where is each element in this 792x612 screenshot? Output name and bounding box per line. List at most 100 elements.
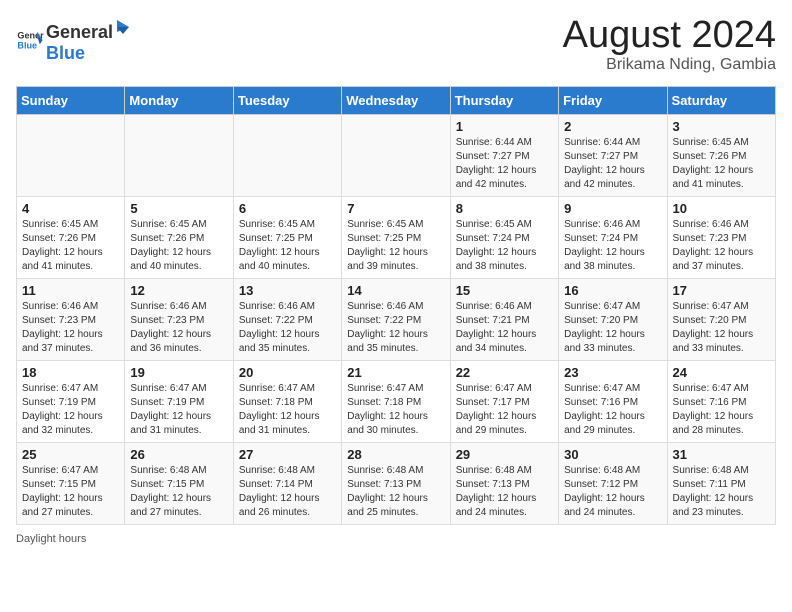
calendar-cell: 8 Sunrise: 6:45 AM Sunset: 7:24 PM Daylig… [450,197,558,279]
day-number: 9 [564,201,661,216]
calendar-cell: 25 Sunrise: 6:47 AM Sunset: 7:15 PM Dayli… [17,443,125,525]
day-number: 22 [456,365,553,380]
calendar-cell: 28 Sunrise: 6:48 AM Sunset: 7:13 PM Dayli… [342,443,450,525]
day-info: Sunrise: 6:47 AM Sunset: 7:16 PM Dayligh… [564,382,661,438]
day-info: Sunrise: 6:47 AM Sunset: 7:16 PM Dayligh… [673,382,770,438]
calendar-cell: 27 Sunrise: 6:48 AM Sunset: 7:14 PM Dayli… [233,443,341,525]
day-info: Sunrise: 6:48 AM Sunset: 7:15 PM Dayligh… [130,464,227,520]
day-number: 17 [673,283,770,298]
day-number: 14 [347,283,444,298]
day-number: 8 [456,201,553,216]
calendar-cell [342,115,450,197]
day-info: Sunrise: 6:47 AM Sunset: 7:18 PM Dayligh… [239,382,336,438]
day-info: Sunrise: 6:45 AM Sunset: 7:25 PM Dayligh… [239,218,336,274]
day-number: 10 [673,201,770,216]
day-number: 24 [673,365,770,380]
day-info: Sunrise: 6:48 AM Sunset: 7:12 PM Dayligh… [564,464,661,520]
day-info: Sunrise: 6:45 AM Sunset: 7:26 PM Dayligh… [130,218,227,274]
logo-text-general: General [46,22,113,43]
svg-text:Blue: Blue [17,40,37,50]
day-info: Sunrise: 6:48 AM Sunset: 7:11 PM Dayligh… [673,464,770,520]
calendar-cell: 5Sunrise: 6:45 AM Sunset: 7:26 PM Daylig… [125,197,233,279]
day-number: 3 [673,119,770,134]
day-header-sunday: Sunday [17,87,125,115]
day-info: Sunrise: 6:44 AM Sunset: 7:27 PM Dayligh… [456,136,553,192]
calendar-cell: 11 Sunrise: 6:46 AM Sunset: 7:23 PM Dayli… [17,279,125,361]
calendar-cell: 2 Sunrise: 6:44 AM Sunset: 7:27 PM Daylig… [559,115,667,197]
footer-label: Daylight hours [16,533,86,545]
day-number: 1 [456,119,553,134]
day-info: Sunrise: 6:46 AM Sunset: 7:22 PM Dayligh… [239,300,336,356]
calendar-cell: 19Sunrise: 6:47 AM Sunset: 7:19 PM Dayli… [125,361,233,443]
day-number: 30 [564,447,661,462]
day-header-saturday: Saturday [667,87,775,115]
week-row-2: 4Sunrise: 6:45 AM Sunset: 7:26 PM Daylig… [17,197,776,279]
day-number: 28 [347,447,444,462]
calendar-cell: 22Sunrise: 6:47 AM Sunset: 7:17 PM Dayli… [450,361,558,443]
day-number: 19 [130,365,227,380]
day-info: Sunrise: 6:46 AM Sunset: 7:21 PM Dayligh… [456,300,553,356]
day-number: 20 [239,365,336,380]
calendar-cell: 20 Sunrise: 6:47 AM Sunset: 7:18 PM Dayli… [233,361,341,443]
day-info: Sunrise: 6:45 AM Sunset: 7:26 PM Dayligh… [673,136,770,192]
calendar-cell [233,115,341,197]
day-number: 16 [564,283,661,298]
day-info: Sunrise: 6:44 AM Sunset: 7:27 PM Dayligh… [564,136,661,192]
calendar-cell: 30 Sunrise: 6:48 AM Sunset: 7:12 PM Dayli… [559,443,667,525]
day-header-thursday: Thursday [450,87,558,115]
logo-arrow-icon [113,16,133,38]
calendar-cell: 21Sunrise: 6:47 AM Sunset: 7:18 PM Dayli… [342,361,450,443]
calendar-cell: 18Sunrise: 6:47 AM Sunset: 7:19 PM Dayli… [17,361,125,443]
calendar-cell: 6Sunrise: 6:45 AM Sunset: 7:25 PM Daylig… [233,197,341,279]
calendar-cell [125,115,233,197]
day-number: 2 [564,119,661,134]
day-info: Sunrise: 6:47 AM Sunset: 7:20 PM Dayligh… [673,300,770,356]
calendar-cell: 10Sunrise: 6:46 AM Sunset: 7:23 PM Dayli… [667,197,775,279]
day-info: Sunrise: 6:48 AM Sunset: 7:13 PM Dayligh… [347,464,444,520]
logo-icon: General Blue [16,26,44,54]
day-header-monday: Monday [125,87,233,115]
calendar-cell: 17 Sunrise: 6:47 AM Sunset: 7:20 PM Dayli… [667,279,775,361]
calendar-cell: 23 Sunrise: 6:47 AM Sunset: 7:16 PM Dayli… [559,361,667,443]
subtitle: Brikama Nding, Gambia [563,56,776,74]
calendar-cell: 12 Sunrise: 6:46 AM Sunset: 7:23 PM Dayli… [125,279,233,361]
day-number: 23 [564,365,661,380]
day-number: 25 [22,447,119,462]
day-info: Sunrise: 6:46 AM Sunset: 7:24 PM Dayligh… [564,218,661,274]
day-number: 11 [22,283,119,298]
day-info: Sunrise: 6:48 AM Sunset: 7:14 PM Dayligh… [239,464,336,520]
calendar-cell: 13Sunrise: 6:46 AM Sunset: 7:22 PM Dayli… [233,279,341,361]
main-title: August 2024 [563,16,776,54]
day-info: Sunrise: 6:45 AM Sunset: 7:26 PM Dayligh… [22,218,119,274]
logo-text-blue: Blue [46,43,85,63]
calendar-cell: 24 Sunrise: 6:47 AM Sunset: 7:16 PM Dayli… [667,361,775,443]
day-header-tuesday: Tuesday [233,87,341,115]
calendar-cell: 31Sunrise: 6:48 AM Sunset: 7:11 PM Dayli… [667,443,775,525]
day-info: Sunrise: 6:46 AM Sunset: 7:23 PM Dayligh… [130,300,227,356]
day-info: Sunrise: 6:45 AM Sunset: 7:25 PM Dayligh… [347,218,444,274]
calendar-cell: 9 Sunrise: 6:46 AM Sunset: 7:24 PM Daylig… [559,197,667,279]
calendar-table: SundayMondayTuesdayWednesdayThursdayFrid… [16,86,776,525]
day-number: 27 [239,447,336,462]
day-number: 12 [130,283,227,298]
week-row-3: 11 Sunrise: 6:46 AM Sunset: 7:23 PM Dayli… [17,279,776,361]
day-info: Sunrise: 6:45 AM Sunset: 7:24 PM Dayligh… [456,218,553,274]
day-info: Sunrise: 6:47 AM Sunset: 7:20 PM Dayligh… [564,300,661,356]
day-header-wednesday: Wednesday [342,87,450,115]
week-row-1: 1 Sunrise: 6:44 AM Sunset: 7:27 PM Daylig… [17,115,776,197]
day-number: 29 [456,447,553,462]
calendar-cell: 4Sunrise: 6:45 AM Sunset: 7:26 PM Daylig… [17,197,125,279]
calendar-cell: 14 Sunrise: 6:46 AM Sunset: 7:22 PM Dayli… [342,279,450,361]
calendar-cell: 29Sunrise: 6:48 AM Sunset: 7:13 PM Dayli… [450,443,558,525]
calendar-cell: 1 Sunrise: 6:44 AM Sunset: 7:27 PM Daylig… [450,115,558,197]
day-info: Sunrise: 6:46 AM Sunset: 7:22 PM Dayligh… [347,300,444,356]
logo: General Blue General Blue [16,16,133,64]
header: General Blue General Blue August 2024 Br… [16,16,776,74]
day-number: 26 [130,447,227,462]
day-info: Sunrise: 6:46 AM Sunset: 7:23 PM Dayligh… [22,300,119,356]
day-header-friday: Friday [559,87,667,115]
calendar-cell: 26 Sunrise: 6:48 AM Sunset: 7:15 PM Dayli… [125,443,233,525]
day-info: Sunrise: 6:47 AM Sunset: 7:15 PM Dayligh… [22,464,119,520]
day-number: 15 [456,283,553,298]
calendar-cell: 16 Sunrise: 6:47 AM Sunset: 7:20 PM Dayli… [559,279,667,361]
